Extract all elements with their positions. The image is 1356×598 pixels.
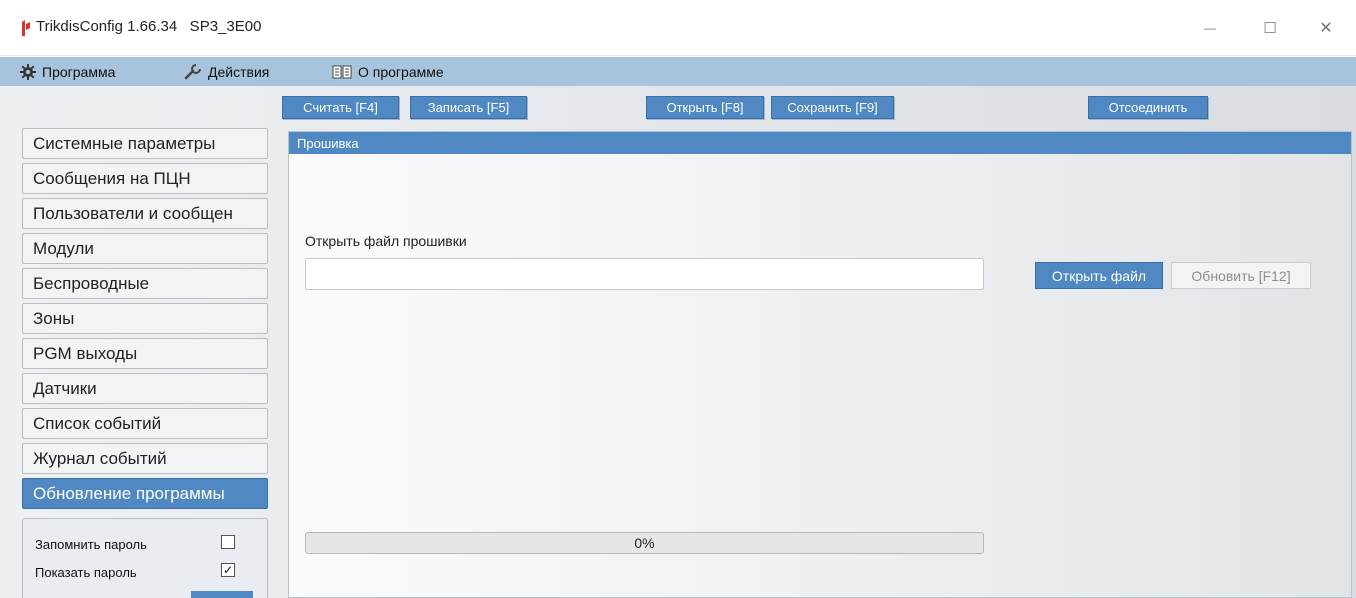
title-bar: TrikdisConfig 1.66.34 SP3_3E00 — ☐ ✕ [0, 0, 1356, 56]
firmware-file-label: Открыть файл прошивки [305, 233, 467, 249]
sidebar-item-event-list[interactable]: Список событий [22, 408, 268, 439]
sidebar-item-sensors[interactable]: Датчики [22, 373, 268, 404]
minimize-icon: — [1204, 21, 1216, 35]
menu-about[interactable]: О программе [332, 57, 444, 86]
sidebar-item-system-params[interactable]: Системные параметры [22, 128, 268, 159]
remember-password-checkbox[interactable] [221, 535, 235, 549]
sidebar-item-firmware-update[interactable]: Обновление программы [22, 478, 268, 509]
partial-button[interactable] [191, 591, 253, 598]
progress-bar: 0% [305, 532, 984, 554]
show-password-label: Показать пароль [35, 565, 137, 580]
gear-icon [20, 63, 36, 80]
app-logo-icon [22, 20, 30, 36]
check-icon: ✓ [222, 563, 234, 577]
sidebar-item-users[interactable]: Пользователи и сообщен [22, 198, 268, 229]
maximize-button[interactable]: ☐ [1250, 14, 1290, 42]
book-icon [332, 65, 352, 78]
menu-about-label: О программе [358, 63, 444, 80]
firmware-panel: Прошивка Открыть файл прошивки Открыть ф… [288, 131, 1352, 598]
sidebar-item-event-log[interactable]: Журнал событий [22, 443, 268, 474]
sidebar-item-modules[interactable]: Модули [22, 233, 268, 264]
sidebar-item-pgm-outputs[interactable]: PGM выходы [22, 338, 268, 369]
sidebar-item-wireless[interactable]: Беспроводные [22, 268, 268, 299]
menu-actions[interactable]: Действия [184, 57, 269, 86]
sidebar-item-cms-messages[interactable]: Сообщения на ПЦН [22, 163, 268, 194]
wrench-icon [184, 63, 201, 79]
show-password-checkbox[interactable]: ✓ [221, 563, 235, 577]
menu-actions-label: Действия [208, 63, 270, 80]
maximize-icon: ☐ [1263, 20, 1277, 37]
password-options: Запомнить пароль Показать пароль ✓ [22, 518, 268, 598]
update-button[interactable]: Обновить [F12] [1171, 262, 1311, 289]
minimize-button[interactable]: — [1190, 14, 1230, 42]
disconnect-button[interactable]: Отсоединить [1088, 96, 1208, 119]
window-title: TrikdisConfig 1.66.34 SP3_3E00 [36, 18, 262, 35]
save-button[interactable]: Сохранить [F9] [771, 96, 894, 119]
menu-program[interactable]: Программа [20, 57, 115, 86]
panel-title: Прошивка [289, 132, 1351, 154]
write-button[interactable]: Записать [F5] [410, 96, 527, 119]
menu-program-label: Программа [42, 63, 116, 80]
menu-bar: Программа Действия О программе [0, 57, 1356, 86]
remember-password-label: Запомнить пароль [35, 537, 147, 552]
open-button[interactable]: Открыть [F8] [646, 96, 764, 119]
read-button[interactable]: Считать [F4] [282, 96, 399, 119]
progress-text: 0% [634, 535, 655, 551]
close-button[interactable]: ✕ [1306, 14, 1346, 42]
close-icon: ✕ [1319, 20, 1333, 37]
sidebar-item-zones[interactable]: Зоны [22, 303, 268, 334]
firmware-file-input[interactable] [305, 258, 984, 290]
open-file-button[interactable]: Открыть файл [1035, 262, 1163, 289]
